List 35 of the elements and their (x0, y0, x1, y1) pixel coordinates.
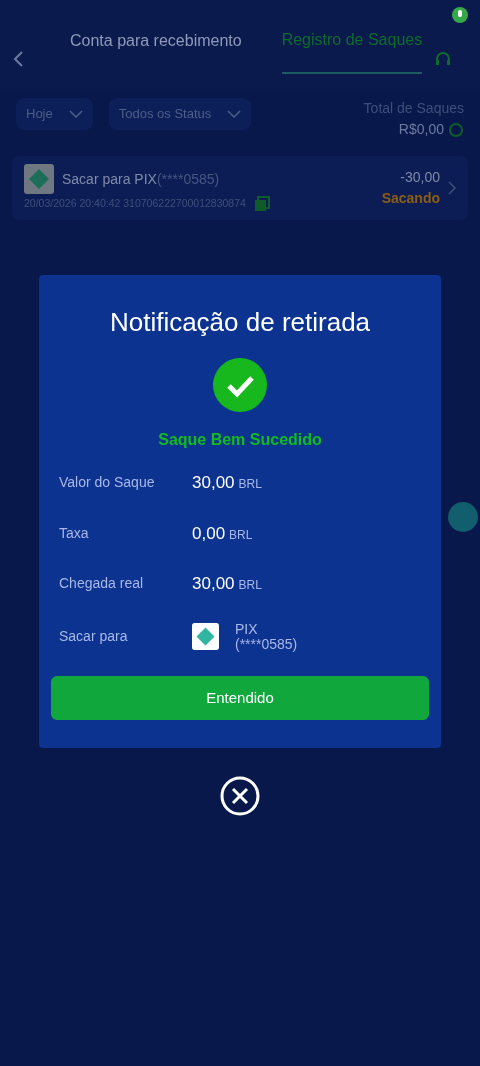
row-label: Valor do Saque (59, 473, 156, 493)
refresh-icon[interactable] (448, 121, 464, 138)
record-amount: -30,00 (399, 168, 440, 187)
success-message: Saque Bem Sucedido (157, 430, 323, 450)
copy-icon[interactable] (253, 196, 270, 212)
headset-icon[interactable] (434, 50, 453, 68)
back-icon[interactable] (12, 50, 24, 68)
tab[interactable]: Conta para recebimento (70, 0, 242, 74)
total-amount: R$0,00 (398, 120, 444, 139)
chevron-right-icon[interactable] (448, 181, 456, 195)
row-label: Taxa (59, 523, 90, 543)
amount-value: 30,00 (192, 472, 235, 494)
floating-bubble-icon[interactable] (448, 502, 478, 532)
filter-dropdown[interactable]: Hoje (16, 98, 93, 130)
currency-label: BRL (238, 577, 262, 594)
microphone-icon (452, 7, 468, 23)
chevron-down-icon (68, 109, 83, 118)
dialog-title: Notificação de retirada (108, 306, 372, 339)
success-check-icon (213, 358, 267, 412)
record-status: Sacando (381, 189, 440, 208)
filter-dropdown[interactable]: Todos os Status (108, 98, 252, 130)
row-label: Chegada real (59, 574, 145, 594)
currency-label: BRL (238, 476, 262, 493)
amount-value: 0,00 (192, 522, 226, 545)
pix-logo-icon (192, 623, 219, 651)
currency-label: BRL (229, 526, 253, 544)
understood-button[interactable]: Entendido (51, 676, 429, 721)
chevron-down-icon (227, 109, 242, 118)
tab[interactable]: Registro de Saques (281, 0, 423, 74)
row-label: Sacar para (59, 627, 129, 647)
close-icon[interactable] (220, 776, 260, 817)
pix-logo-icon (24, 164, 54, 194)
record-title: Sacar para PIX(****0585) (62, 169, 220, 189)
amount-value: 30,00 (192, 573, 235, 595)
destination-account: PIX (****0585) (235, 621, 298, 653)
